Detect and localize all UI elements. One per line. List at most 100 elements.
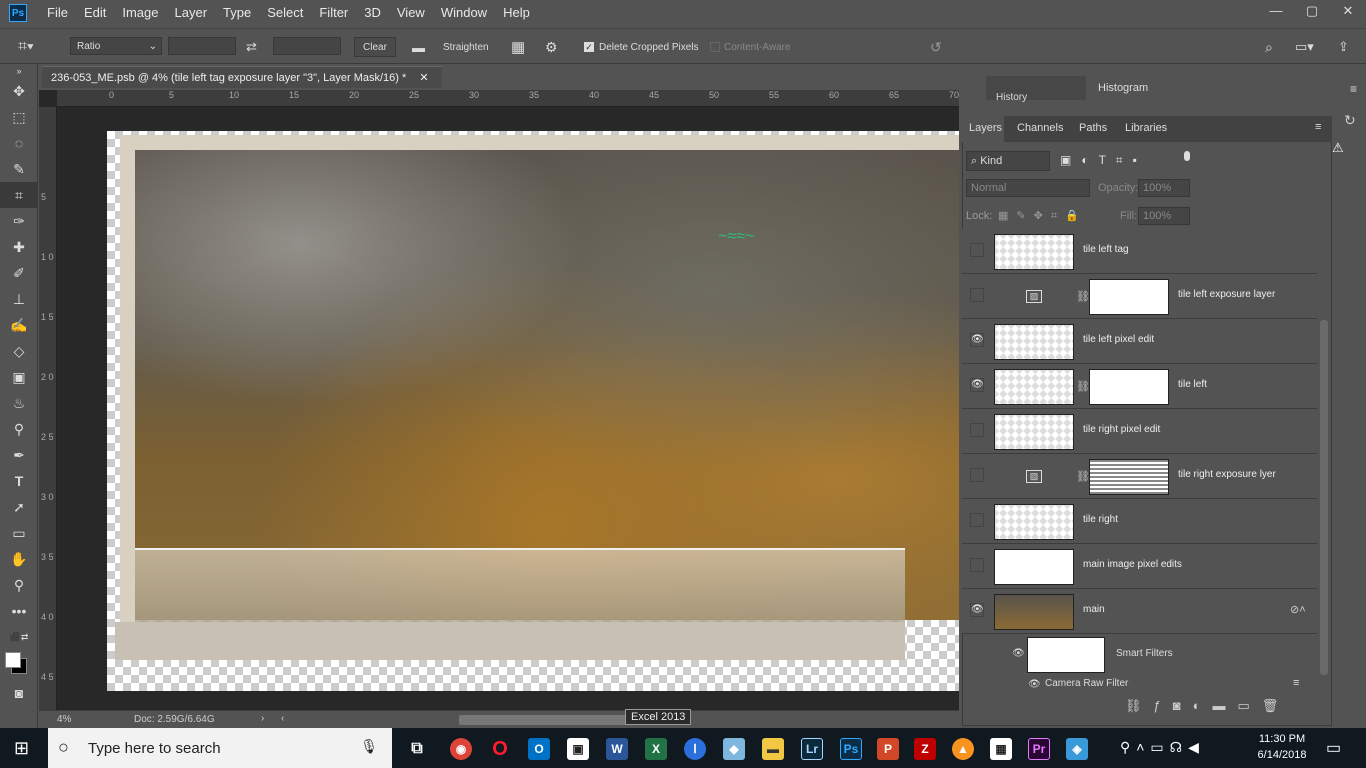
delete-cropped-checkbox[interactable]: ✓ Delete Cropped Pixels (584, 37, 699, 57)
lightroom-icon[interactable]: Lr (801, 738, 823, 760)
app-icon[interactable]: ▣ (567, 738, 589, 760)
filter-toggle-icon[interactable] (1184, 151, 1190, 161)
system-tray-icons[interactable]: ⚲˄▭☊◀ (1120, 739, 1205, 756)
stamp-tool-icon[interactable]: ⊥ (0, 286, 38, 312)
file-explorer-icon[interactable]: ▬ (762, 738, 784, 760)
reset-icon[interactable]: ↺ (930, 37, 942, 57)
photoshop-icon[interactable]: Ps (840, 738, 862, 760)
straighten-icon[interactable]: ▬ (412, 37, 425, 57)
clock[interactable]: 11:30 PM 6/14/2018 (1250, 731, 1314, 763)
task-view-icon[interactable]: ⧉ (406, 738, 428, 760)
visibility-toggle[interactable] (970, 423, 984, 437)
calculator-icon[interactable]: ▦ (990, 738, 1012, 760)
menu-edit[interactable]: Edit (76, 0, 114, 26)
refresh-icon[interactable]: ↻ (1344, 112, 1356, 129)
document-tab[interactable]: 236-053_ME.psb @ 4% (tile left tag expos… (42, 66, 442, 88)
menu-layer[interactable]: Layer (167, 0, 216, 26)
premiere-icon[interactable]: Pr (1028, 738, 1050, 760)
layer-row[interactable]: tile left tag (962, 229, 1317, 274)
histogram-tab[interactable]: Histogram (1086, 76, 1166, 100)
default-colors-icon[interactable]: ⬛⇄ (0, 624, 38, 650)
eye-icon[interactable]: 👁 (1012, 648, 1025, 659)
excel-icon[interactable]: X (645, 738, 667, 760)
app-icon[interactable]: Ⅰ (684, 738, 706, 760)
app-icon[interactable]: ◆ (723, 738, 745, 760)
chrome-icon[interactable]: ◉ (450, 738, 472, 760)
minimize-button[interactable]: — (1258, 0, 1294, 22)
visibility-toggle[interactable] (970, 558, 984, 572)
channels-tab[interactable]: Channels (1017, 122, 1063, 134)
filezilla-icon[interactable]: Z (914, 738, 936, 760)
menu-file[interactable]: File (39, 0, 76, 26)
opacity-input[interactable]: 100% (1138, 179, 1190, 197)
blur-tool-icon[interactable]: ♨ (0, 390, 38, 416)
layer-row[interactable]: ▨ ⛓ tile left exposure layer (962, 274, 1317, 319)
outlook-icon[interactable]: O (528, 738, 550, 760)
history-tab[interactable]: History (986, 76, 1086, 103)
layers-footer-icons[interactable]: ⛓ƒ◙◐▬▭🗑 (1125, 698, 1290, 714)
menu-3d[interactable]: 3D (356, 0, 389, 26)
paths-tab[interactable]: Paths (1079, 122, 1107, 134)
layer-row[interactable]: 👁 tile left pixel edit (962, 319, 1317, 364)
hand-tool-icon[interactable]: ✋ (0, 546, 38, 572)
eye-icon[interactable]: 👁 (970, 378, 984, 392)
dodge-tool-icon[interactable]: ⚲ (0, 416, 38, 442)
eye-icon[interactable]: 👁 (970, 603, 984, 617)
workspace-icon[interactable]: ▭▾ (1295, 37, 1314, 57)
layer-row[interactable]: 👁 ⛓ tile left (962, 364, 1317, 409)
layer-row[interactable]: tile right pixel edit (962, 409, 1317, 454)
layers-tab[interactable]: Layers (962, 116, 1004, 142)
notifications-icon[interactable]: ▭ (1326, 738, 1341, 758)
layer-mask-thumbnail[interactable] (1089, 459, 1169, 495)
share-icon[interactable]: ⇪ (1338, 37, 1349, 57)
rectangle-tool-icon[interactable]: ▭ (0, 520, 38, 546)
ratio-height-input[interactable] (273, 37, 341, 55)
app-icon[interactable]: ▲ (952, 738, 974, 760)
eye-icon[interactable]: 👁 (1028, 679, 1041, 690)
panel-menu-icon[interactable]: ≡ (1350, 82, 1357, 96)
history-brush-tool-icon[interactable]: ✍ (0, 312, 38, 338)
word-icon[interactable]: W (606, 738, 628, 760)
layer-mask-thumbnail[interactable] (1089, 279, 1169, 315)
swap-icon[interactable]: ⇄ (246, 37, 257, 57)
kind-filter-dropdown[interactable]: ⌕ Kind (966, 151, 1050, 171)
marquee-tool-icon[interactable]: ⬚ (0, 104, 38, 130)
menu-window[interactable]: Window (433, 0, 495, 26)
ratio-dropdown[interactable]: Ratio ⌄ (70, 37, 162, 55)
restore-button[interactable]: ▢ (1294, 0, 1330, 22)
close-button[interactable]: ✕ (1330, 0, 1366, 22)
close-tab-icon[interactable]: ✕ (419, 72, 428, 84)
menu-select[interactable]: Select (259, 0, 311, 26)
color-swatches[interactable] (0, 650, 37, 680)
zoom-level[interactable]: 4% (57, 714, 71, 725)
layer-filter-icons[interactable]: ▣◐T⌗▪ (1060, 153, 1147, 168)
visibility-toggle[interactable] (970, 288, 984, 302)
libraries-tab[interactable]: Libraries (1125, 122, 1167, 134)
gradient-tool-icon[interactable]: ▣ (0, 364, 38, 390)
fill-input[interactable]: 100% (1138, 207, 1190, 225)
visibility-toggle[interactable] (970, 513, 984, 527)
eyedropper-tool-icon[interactable]: ✑ (0, 208, 38, 234)
smart-filter-mask-thumbnail[interactable] (1027, 637, 1105, 673)
brush-tool-icon[interactable]: ✐ (0, 260, 38, 286)
eraser-tool-icon[interactable]: ◇ (0, 338, 38, 364)
link-icon[interactable]: ⛓ (1076, 380, 1090, 393)
zoom-tool-icon[interactable]: ⚲ (0, 572, 38, 598)
gear-icon[interactable]: ⚙ (545, 37, 558, 57)
opera-icon[interactable]: O (489, 738, 511, 760)
lasso-tool-icon[interactable]: ◌ (0, 130, 38, 156)
filter-options-icon[interactable]: ≡ (1293, 677, 1299, 689)
crop-tool-icon[interactable]: ⌗ (0, 182, 38, 208)
visibility-toggle[interactable] (970, 468, 984, 482)
more-tools-icon[interactable]: ••• (0, 598, 38, 624)
content-aware-checkbox[interactable]: Content-Aware (710, 37, 791, 57)
layer-row[interactable]: main image pixel edits (962, 544, 1317, 589)
layer-row[interactable]: ▨ ⛓ tile right exposure lyer (962, 454, 1317, 499)
grid-overlay-icon[interactable]: ▦ (511, 37, 525, 57)
move-tool-icon[interactable]: ✥ (0, 78, 38, 104)
windows-start-icon[interactable]: ⊞ (14, 738, 29, 759)
crop-tool-icon[interactable]: ⌗▾ (18, 37, 34, 57)
menu-help[interactable]: Help (495, 0, 538, 26)
blend-mode-dropdown[interactable]: Normal (966, 179, 1090, 197)
collapse-icon[interactable]: » (0, 64, 38, 78)
